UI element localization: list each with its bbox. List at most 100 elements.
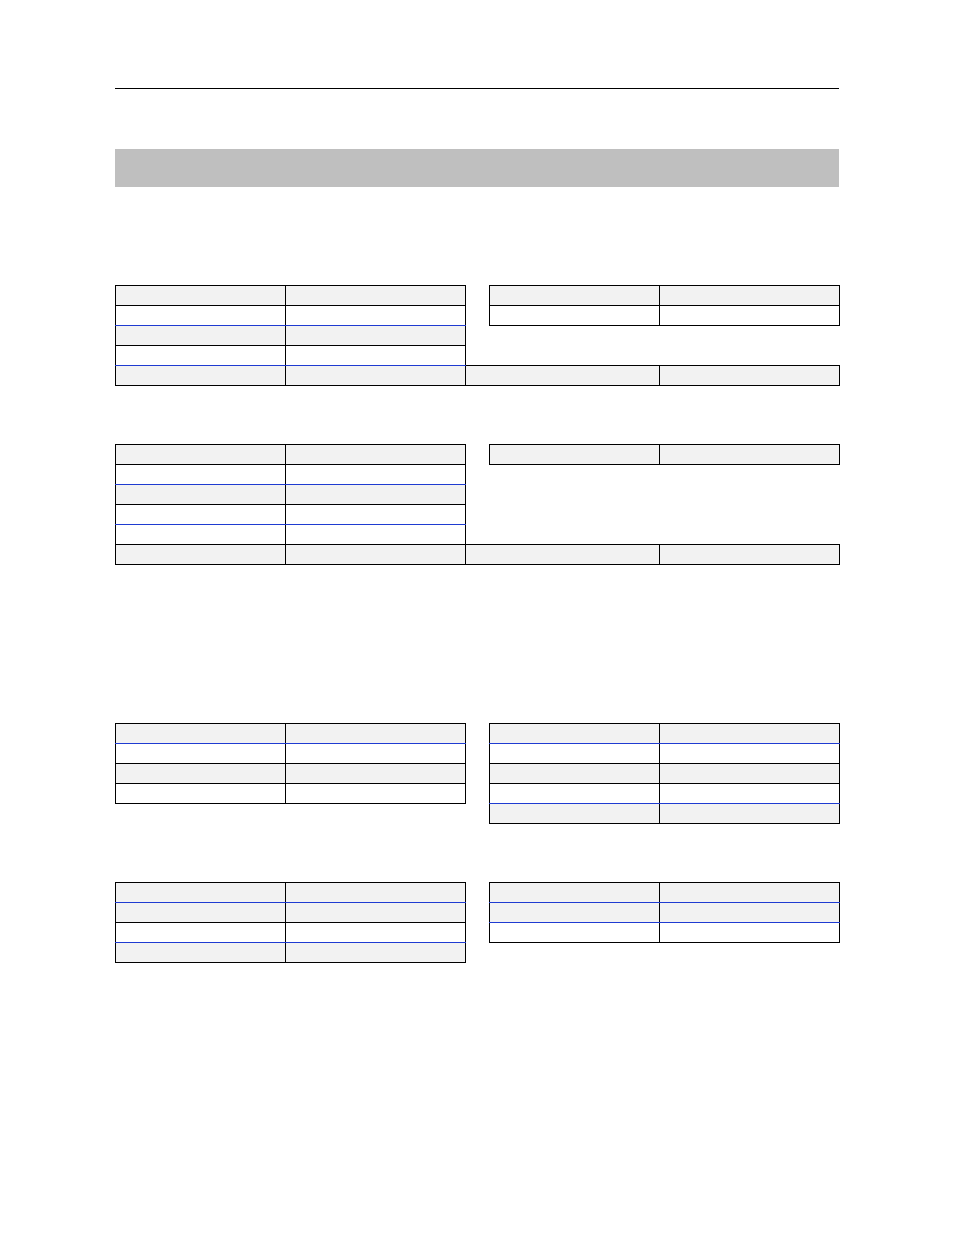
cell <box>116 724 286 744</box>
block2-tables <box>115 444 839 545</box>
cell <box>490 744 660 764</box>
cell <box>660 764 840 784</box>
cell <box>116 545 286 565</box>
table-header-row <box>116 286 466 306</box>
cell <box>116 903 286 923</box>
group-header <box>115 420 465 442</box>
cell <box>116 366 286 386</box>
subsection-header <box>115 653 839 693</box>
cell <box>286 724 466 744</box>
table-row <box>490 784 840 804</box>
cell <box>286 445 466 465</box>
block1-tables <box>115 285 839 366</box>
cell <box>490 883 660 903</box>
cell <box>490 804 660 824</box>
table-row <box>490 903 840 923</box>
table-row <box>116 505 466 525</box>
table-row <box>116 306 466 326</box>
table-header-row <box>490 883 840 903</box>
block4-right-table <box>489 882 840 943</box>
cell <box>660 545 840 565</box>
cell <box>116 923 286 943</box>
cell <box>116 525 286 545</box>
cell <box>660 445 840 465</box>
cell <box>286 485 466 505</box>
table-row <box>116 346 466 366</box>
block2-left-table <box>115 444 466 545</box>
table-header-row <box>116 724 466 744</box>
cell <box>116 445 286 465</box>
cell <box>116 286 286 306</box>
cell <box>286 505 466 525</box>
table-row <box>490 804 840 824</box>
cell <box>490 445 660 465</box>
cell <box>116 883 286 903</box>
table-row <box>116 744 466 764</box>
cell <box>466 545 660 565</box>
table-row <box>116 545 840 565</box>
cell <box>660 804 840 824</box>
table-row <box>490 744 840 764</box>
block3-right-table <box>489 723 840 824</box>
table-row <box>116 923 466 943</box>
cell <box>490 286 660 306</box>
cell <box>660 286 840 306</box>
cell <box>660 724 840 744</box>
cell <box>116 346 286 366</box>
cell <box>286 326 466 346</box>
cell <box>660 784 840 804</box>
table-row <box>116 366 840 386</box>
group-header <box>115 699 465 721</box>
table-row <box>116 525 466 545</box>
block1-bottom-row <box>115 365 840 386</box>
cell <box>286 764 466 784</box>
group-header <box>115 261 465 283</box>
header-rule <box>115 88 839 89</box>
table-header-row <box>116 883 466 903</box>
block1-right-table <box>489 285 840 326</box>
table-row <box>116 326 466 346</box>
cell <box>286 366 466 386</box>
cell <box>116 784 286 804</box>
table-row <box>116 784 466 804</box>
cell <box>116 306 286 326</box>
table-row <box>116 903 466 923</box>
cell <box>286 883 466 903</box>
table-row <box>490 306 840 326</box>
group-header <box>115 858 465 880</box>
table-row <box>490 923 840 943</box>
block4-tables <box>115 882 839 963</box>
cell <box>490 306 660 326</box>
cell <box>286 465 466 485</box>
cell <box>116 764 286 784</box>
cell <box>286 346 466 366</box>
table-header-row <box>490 445 840 465</box>
table-row <box>116 943 466 963</box>
table-row <box>490 764 840 784</box>
cell <box>286 306 466 326</box>
block4-left-table <box>115 882 466 963</box>
table-header-row <box>490 724 840 744</box>
cell <box>286 525 466 545</box>
cell <box>286 903 466 923</box>
cell <box>490 724 660 744</box>
cell <box>116 943 286 963</box>
cell <box>116 505 286 525</box>
cell <box>660 923 840 943</box>
cell <box>286 923 466 943</box>
cell <box>490 903 660 923</box>
table-header-row <box>490 286 840 306</box>
document-page <box>0 0 954 1023</box>
cell <box>116 744 286 764</box>
block2-bottom-row <box>115 544 840 565</box>
cell <box>286 545 466 565</box>
section-bar <box>115 149 839 187</box>
cell <box>116 326 286 346</box>
cell <box>286 744 466 764</box>
block2-right-table <box>489 444 840 465</box>
block3-left-table <box>115 723 466 804</box>
cell <box>660 883 840 903</box>
cell <box>286 943 466 963</box>
table-row <box>116 465 466 485</box>
cell <box>660 903 840 923</box>
